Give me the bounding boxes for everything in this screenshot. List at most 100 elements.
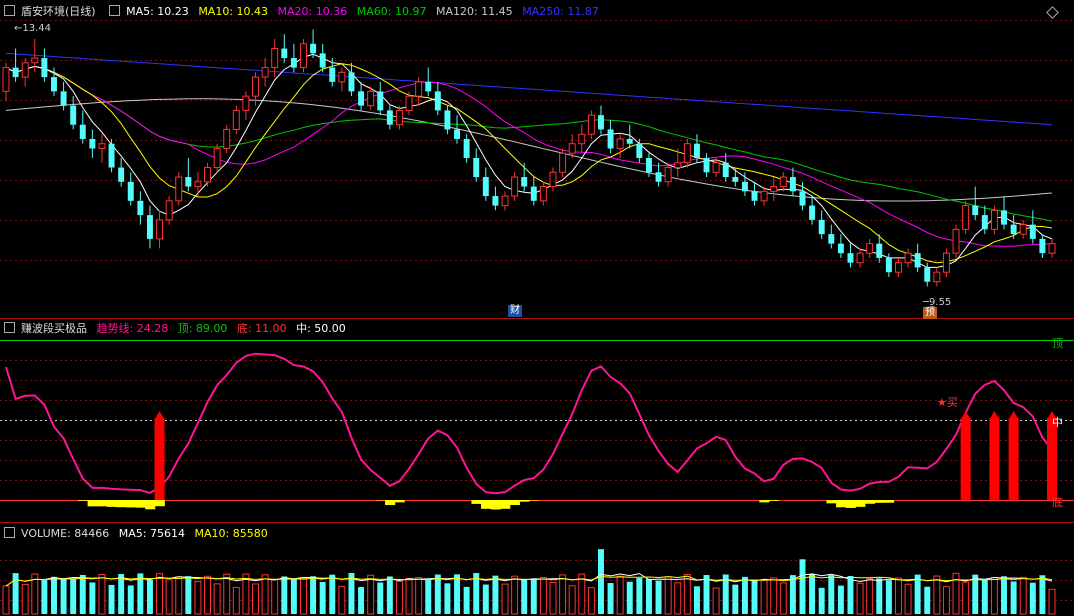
candle-body [79, 124, 86, 139]
candle-body [645, 158, 652, 173]
volume-bar [904, 583, 912, 615]
candle-body [1039, 238, 1046, 254]
finance-tag[interactable]: 财 [508, 305, 522, 317]
volume-bar [444, 583, 451, 614]
candle-body [568, 143, 576, 154]
volume-bar [549, 581, 557, 615]
volume-bar [482, 584, 489, 614]
candle-body [894, 262, 902, 273]
bottom-zone-bar [845, 500, 856, 508]
candle-body [837, 243, 844, 254]
candle-body [1029, 224, 1036, 239]
candle-body [549, 171, 557, 188]
volume-bar [894, 577, 902, 615]
volume-bar [587, 587, 595, 615]
bottom-zone-bar [864, 500, 875, 504]
bottom-zone-bar [874, 500, 885, 503]
volume-bar [693, 586, 700, 614]
volume-bar [990, 577, 998, 615]
volume-bar [683, 573, 691, 615]
volume-bar [568, 585, 576, 615]
volume-bar [818, 587, 825, 614]
volume-bar [1019, 576, 1027, 615]
buy-signal-bar [960, 418, 971, 500]
candle-body [1010, 224, 1017, 235]
candle-body [329, 67, 336, 82]
volume-bar [118, 574, 125, 614]
volume-bar [664, 576, 672, 615]
candle-body [664, 167, 672, 183]
candle-body [712, 162, 720, 173]
volume-bar [127, 585, 134, 614]
bottom-zone-bar [519, 500, 530, 502]
candle-body [127, 181, 134, 201]
buy-signal-arrow [990, 411, 999, 418]
candle-body [463, 138, 470, 158]
volume-bar [597, 549, 604, 614]
candle-body [31, 57, 39, 64]
candle-body [655, 172, 662, 182]
bottom-zone-bar [394, 500, 405, 503]
candle-body [137, 200, 144, 216]
candle-body [358, 91, 365, 106]
candle-body [741, 181, 748, 192]
bottom-zone-bar [481, 500, 492, 509]
volume-bar [213, 583, 221, 615]
bottom-zone-bar [759, 500, 770, 503]
candle-body [338, 71, 346, 83]
volume-bar [981, 579, 988, 614]
candle-body [578, 133, 586, 145]
candle-body [501, 195, 509, 207]
candle-body [924, 267, 931, 282]
candle-body [597, 115, 604, 130]
candle-body [530, 186, 537, 201]
ma60-line [5, 65, 1053, 222]
volume-bar [492, 575, 499, 614]
candle-body [1001, 210, 1007, 225]
volume-bar [98, 574, 106, 615]
ma20-line [5, 65, 1053, 247]
buy-signal-bar [1047, 418, 1057, 500]
volume-bar [252, 583, 259, 615]
volume-bar [454, 574, 461, 614]
candle-body [194, 181, 202, 188]
stock-chart-canvas[interactable] [0, 0, 1074, 616]
candle-body [809, 205, 816, 220]
volume-bar [41, 580, 48, 614]
candle-body [41, 58, 48, 78]
candle-body [70, 105, 77, 125]
candle-body [118, 167, 125, 182]
volume-bar [1048, 588, 1056, 615]
bottom-zone-bar [116, 500, 127, 508]
candle-body [856, 252, 864, 264]
candle-body [213, 147, 221, 169]
candle-body [904, 252, 912, 264]
volume-bar [146, 579, 153, 614]
volume-bar [799, 559, 806, 614]
volume-bar [463, 586, 470, 614]
candle-body [21, 62, 29, 78]
volume-bar [89, 582, 96, 614]
volume-bar [559, 574, 567, 615]
candle-body [770, 186, 778, 192]
volume-bar [1001, 576, 1007, 614]
candle-body [722, 162, 729, 178]
volume-bar [108, 584, 115, 614]
candle-body [348, 72, 355, 92]
forecast-tag[interactable]: 预 [923, 307, 937, 319]
volume-bar [837, 585, 844, 614]
candle-body [444, 110, 451, 130]
candle-body [952, 228, 960, 254]
candle-body [674, 162, 682, 169]
candle-body [261, 67, 269, 78]
candle-body [223, 128, 231, 149]
volume-bar [828, 575, 835, 614]
volume-bar [300, 577, 307, 615]
volume-bar [847, 575, 854, 614]
candle-body [636, 143, 643, 158]
bottom-zone-bar [87, 500, 98, 507]
volume-bar [415, 577, 423, 615]
candle-body [703, 158, 710, 173]
bottom-zone-bar [768, 500, 780, 501]
volume-bar [760, 579, 768, 615]
